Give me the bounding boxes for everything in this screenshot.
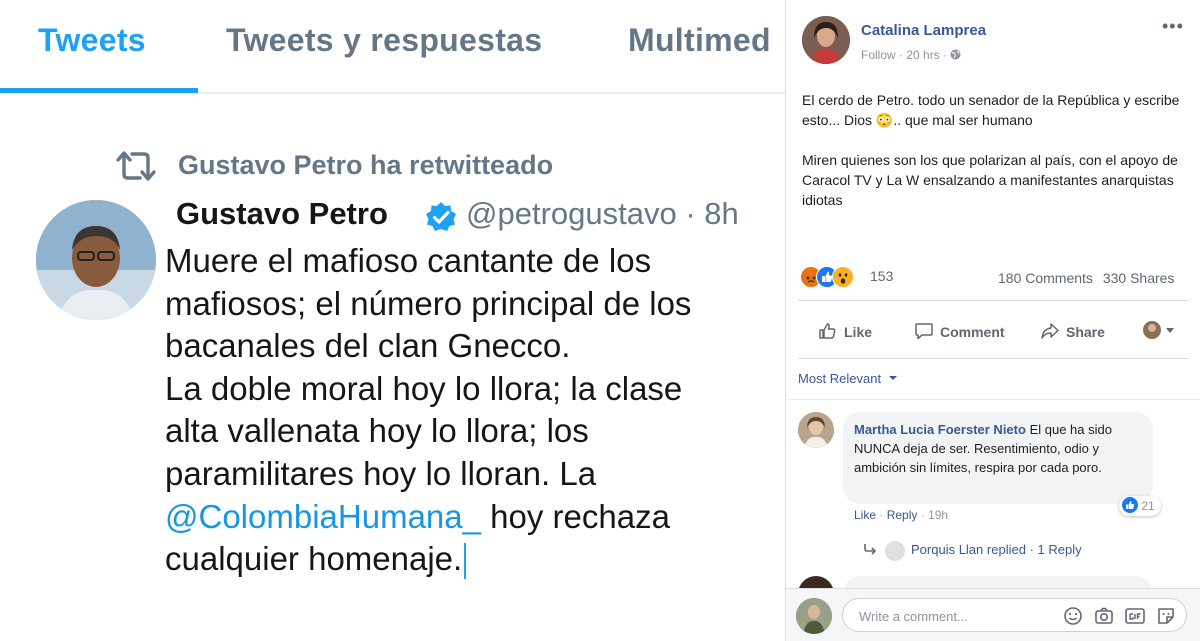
author-photo: [36, 200, 156, 320]
comment-like-link[interactable]: Like: [854, 508, 876, 522]
reply-count: 1 Reply: [1037, 542, 1082, 557]
sort-label: Most Relevant: [798, 371, 882, 386]
follow-link[interactable]: Follow: [861, 48, 896, 62]
mention-link[interactable]: @ColombiaHumana_: [165, 498, 481, 535]
retweet-icon: [116, 151, 156, 181]
comment-button[interactable]: Comment: [914, 321, 1005, 341]
retweet-label: Gustavo Petro ha retwitteado: [178, 150, 554, 180]
replier-avatar: [885, 540, 905, 561]
commenter-avatar[interactable]: [798, 412, 834, 448]
post-time[interactable]: 20 hrs: [906, 48, 939, 62]
action-separator: ·: [920, 508, 929, 522]
comment-label: Comment: [940, 324, 1005, 340]
gif-icon[interactable]: [1124, 605, 1146, 627]
facebook-pane: Catalina Lamprea Follow · 20 hrs · ••• E…: [785, 0, 1200, 641]
post-paragraph: El cerdo de Petro. todo un senador de la…: [802, 92, 1180, 128]
poster-name[interactable]: Catalina Lamprea: [861, 22, 986, 39]
comment-reply-link[interactable]: Reply: [887, 508, 918, 522]
author-handle-time: @petrogustavo · 8h: [466, 196, 739, 231]
replier-name: Porquis Llan: [911, 542, 984, 557]
wow-reaction-icon: [832, 266, 854, 288]
poster-photo: [802, 16, 850, 64]
comment-composer: [786, 588, 1200, 641]
comment-input-box[interactable]: [842, 598, 1187, 633]
active-tab-indicator: [0, 88, 198, 93]
globe-icon: [950, 49, 961, 60]
reply-separator: ·: [1029, 542, 1038, 557]
view-replies-link[interactable]: Porquis Llan replied · 1 Reply: [863, 540, 1082, 561]
post-paragraph: Miren quienes son los que polarizan al p…: [802, 152, 1178, 208]
commenter-name[interactable]: Martha Lucia Foerster Nieto: [854, 422, 1026, 437]
reply-action: replied: [986, 542, 1026, 557]
tweet-last-line: cualquier homenaje.: [165, 540, 463, 578]
like-reaction-icon: [1122, 497, 1138, 513]
share-button[interactable]: Share: [1040, 321, 1105, 341]
tweet-line: Muere el mafioso cantante de los: [165, 242, 652, 279]
share-label: Share: [1066, 324, 1105, 340]
emoji-icon[interactable]: [1062, 605, 1084, 627]
comment-count[interactable]: 180 Comments: [998, 270, 1093, 286]
reaction-count: 153: [870, 268, 894, 284]
tweet-line: La doble moral hoy lo llora; la clase: [165, 369, 683, 407]
tweet-line: bacanales del clan Gnecco.: [165, 327, 571, 365]
comment-like-count[interactable]: 21: [1119, 496, 1161, 516]
twitter-pane: Tweets Tweets y respuestas Multimed Gust…: [0, 0, 785, 641]
author-name[interactable]: Gustavo Petro: [176, 196, 388, 232]
post-meta: Follow · 20 hrs ·: [861, 48, 961, 62]
tweet-line: paramilitares hoy lo lloran. La: [165, 454, 597, 492]
commenter-photo: [798, 412, 834, 448]
tab-tweets-and-replies[interactable]: Tweets y respuestas: [226, 22, 542, 59]
more-options-icon[interactable]: •••: [1162, 16, 1184, 37]
tweet-line: cualquier homenaje.: [165, 538, 785, 581]
share-count[interactable]: 330 Shares: [1103, 270, 1175, 286]
camera-icon[interactable]: [1093, 605, 1115, 627]
reply-arrow-icon: [864, 544, 877, 555]
verified-badge-icon: [426, 202, 456, 231]
comment-time[interactable]: 19h: [928, 508, 948, 522]
comment-icon: [915, 323, 933, 340]
post-text: El cerdo de Petro. todo un senador de la…: [802, 90, 1194, 230]
divider: [798, 358, 1189, 359]
tweet-line-tail: hoy rechaza: [480, 497, 670, 535]
text-cursor: [464, 543, 467, 580]
thumbs-up-icon: [819, 323, 836, 339]
tab-tweets[interactable]: Tweets: [38, 22, 146, 59]
like-label: Like: [844, 324, 873, 340]
tweet-line: alta vallenata hoy lo llora; los: [165, 412, 589, 450]
tweet-line: mafiosos; el número principal de los: [165, 284, 692, 322]
react-as-selector[interactable]: [1142, 320, 1182, 340]
like-button[interactable]: Like: [818, 321, 872, 341]
comment-input[interactable]: [857, 599, 1051, 633]
tweet-text: Muere el mafioso cantante de los mafioso…: [165, 240, 785, 581]
tweet-line: @ColombiaHumana_ hoy rechaza: [165, 496, 785, 539]
sticker-icon[interactable]: [1155, 605, 1177, 627]
current-user-avatar: [796, 598, 832, 634]
current-user-photo: [796, 598, 832, 634]
comment-actions: Like · Reply · 19h: [854, 508, 948, 522]
author-avatar[interactable]: [36, 200, 156, 320]
comment-content: Martha Lucia Foerster Nieto El que ha si…: [854, 420, 1146, 477]
comment-sort-dropdown[interactable]: Most Relevant: [798, 371, 898, 386]
divider: [798, 300, 1189, 301]
caret-down-icon: [888, 376, 897, 380]
twitter-tab-bar: Tweets Tweets y respuestas Multimed: [0, 0, 785, 94]
engagement-counts: 180 Comments 330 Shares: [998, 270, 1174, 286]
poster-avatar[interactable]: [802, 16, 850, 64]
meta-separator: ·: [943, 48, 951, 62]
comment-like-number: 21: [1141, 499, 1155, 513]
share-icon: [1041, 323, 1059, 339]
divider: [786, 399, 1200, 400]
profile-dropdown-icon: [1143, 321, 1174, 339]
tab-media[interactable]: Multimed: [628, 22, 771, 59]
action-separator: ·: [879, 508, 887, 522]
